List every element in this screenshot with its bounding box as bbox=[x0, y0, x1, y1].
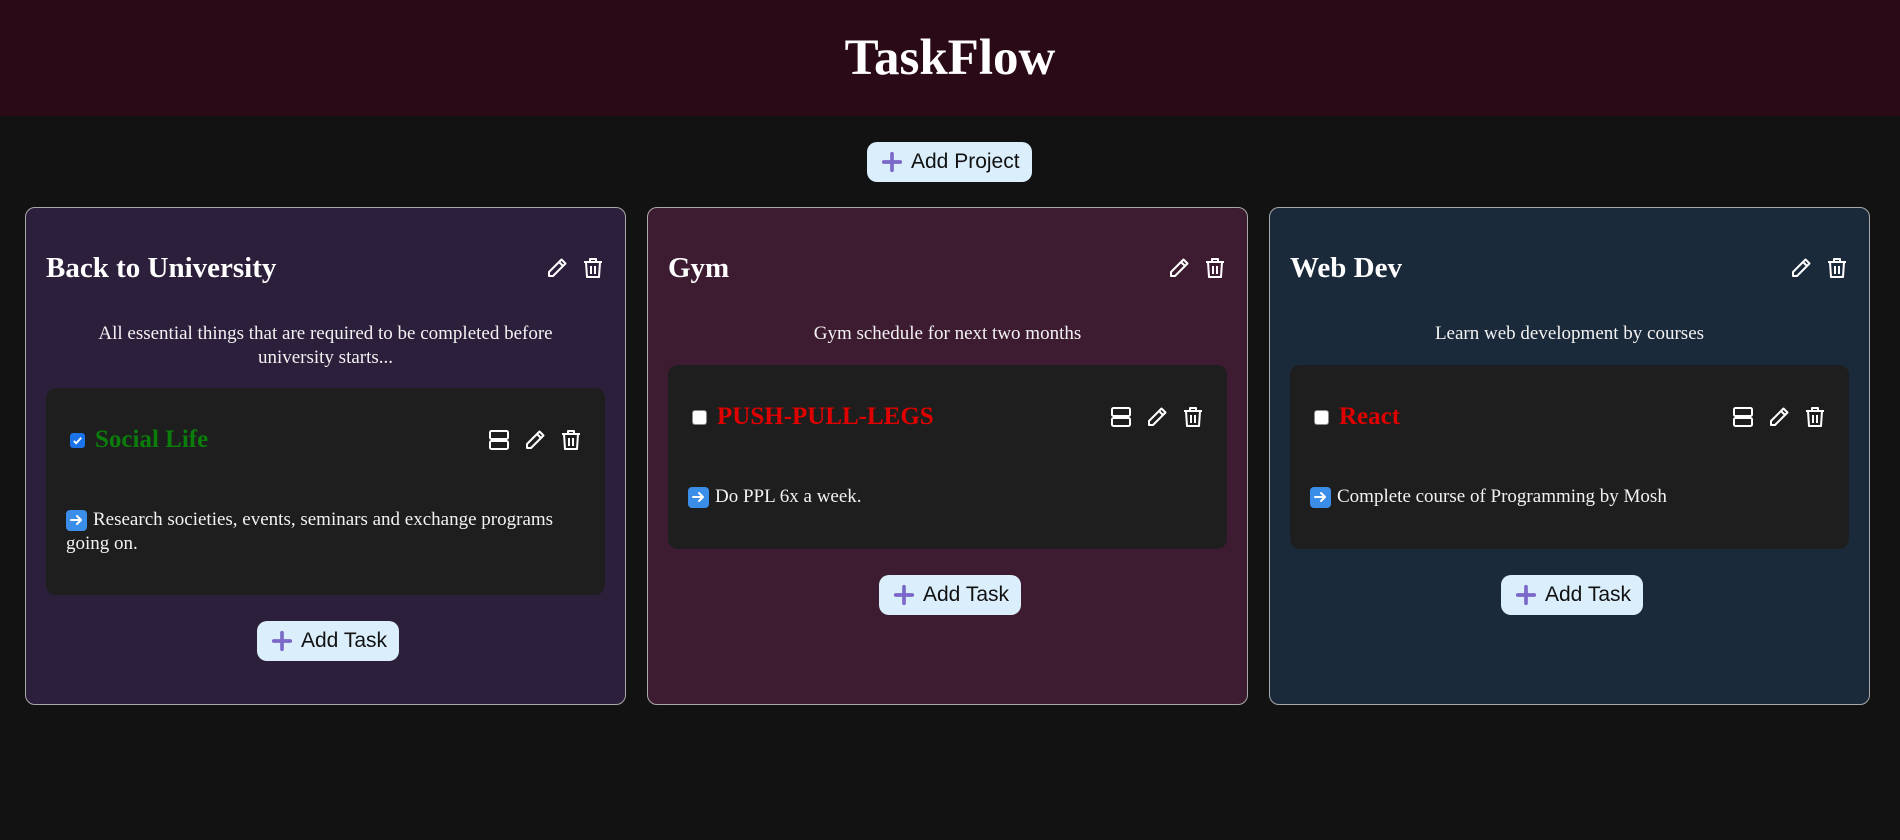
task-checkbox[interactable] bbox=[70, 432, 85, 448]
right-arrow-icon bbox=[66, 509, 87, 531]
delete-task-icon[interactable] bbox=[1181, 405, 1205, 429]
right-arrow-icon bbox=[1310, 486, 1331, 508]
project-card: Gym Gym schedule for next two months PUS… bbox=[647, 207, 1248, 705]
details-icon[interactable] bbox=[1731, 405, 1755, 429]
delete-project-icon[interactable] bbox=[1203, 256, 1227, 280]
edit-project-icon[interactable] bbox=[545, 256, 569, 280]
delete-task-icon[interactable] bbox=[559, 428, 583, 452]
project-description: Gym schedule for next two months bbox=[813, 323, 1082, 344]
delete-project-icon[interactable] bbox=[1825, 256, 1849, 280]
delete-task-icon[interactable] bbox=[1803, 405, 1827, 429]
project-title: Web Dev bbox=[1290, 251, 1402, 284]
task-card: React Complete course of Programming by … bbox=[1290, 365, 1849, 549]
right-arrow-icon bbox=[688, 486, 709, 508]
task-checkbox[interactable] bbox=[692, 409, 707, 425]
plus-icon bbox=[271, 630, 293, 652]
delete-project-icon[interactable] bbox=[581, 256, 605, 280]
task-description: Research societies, events, seminars and… bbox=[66, 508, 585, 556]
add-project-button[interactable]: Add Project bbox=[867, 142, 1032, 182]
plus-icon bbox=[881, 151, 903, 173]
add-project-label: Add Project bbox=[911, 150, 1020, 173]
add-task-label: Add Task bbox=[1545, 583, 1631, 606]
add-task-button[interactable]: Add Task bbox=[879, 575, 1021, 615]
plus-icon bbox=[893, 584, 915, 606]
add-task-button[interactable]: Add Task bbox=[257, 621, 399, 661]
project-card: Back to University All essential things … bbox=[25, 207, 626, 705]
edit-task-icon[interactable] bbox=[523, 428, 547, 452]
add-task-button[interactable]: Add Task bbox=[1501, 575, 1643, 615]
edit-project-icon[interactable] bbox=[1789, 256, 1813, 280]
project-title: Gym bbox=[668, 251, 730, 284]
plus-icon bbox=[1515, 584, 1537, 606]
details-icon[interactable] bbox=[1109, 405, 1133, 429]
task-title: PUSH-PULL-LEGS bbox=[717, 403, 934, 430]
task-description-text: Research societies, events, seminars and… bbox=[66, 509, 554, 554]
project-title: Back to University bbox=[46, 251, 277, 284]
edit-task-icon[interactable] bbox=[1145, 405, 1169, 429]
add-task-label: Add Task bbox=[301, 629, 387, 652]
task-title: React bbox=[1339, 403, 1401, 430]
app-title: TaskFlow bbox=[844, 30, 1056, 86]
task-description-text: Do PPL 6x a week. bbox=[715, 486, 862, 507]
task-description: Complete course of Programming by Mosh bbox=[1310, 485, 1829, 509]
task-card: Social Life Research societies, events, … bbox=[46, 388, 605, 595]
edit-project-icon[interactable] bbox=[1167, 256, 1191, 280]
project-description: Learn web development by courses bbox=[1434, 323, 1705, 344]
details-icon[interactable] bbox=[487, 428, 511, 452]
task-title: Social Life bbox=[95, 426, 209, 453]
add-task-label: Add Task bbox=[923, 583, 1009, 606]
project-description: All essential things that are required t… bbox=[98, 323, 553, 368]
edit-task-icon[interactable] bbox=[1767, 405, 1791, 429]
task-card: PUSH-PULL-LEGS Do PPL 6x a week. bbox=[668, 365, 1227, 549]
project-card: Web Dev Learn web development by courses… bbox=[1269, 207, 1870, 705]
task-checkbox[interactable] bbox=[1314, 409, 1329, 425]
task-description: Do PPL 6x a week. bbox=[688, 485, 1207, 509]
app-header: TaskFlow bbox=[0, 0, 1900, 116]
task-description-text: Complete course of Programming by Mosh bbox=[1337, 486, 1667, 507]
